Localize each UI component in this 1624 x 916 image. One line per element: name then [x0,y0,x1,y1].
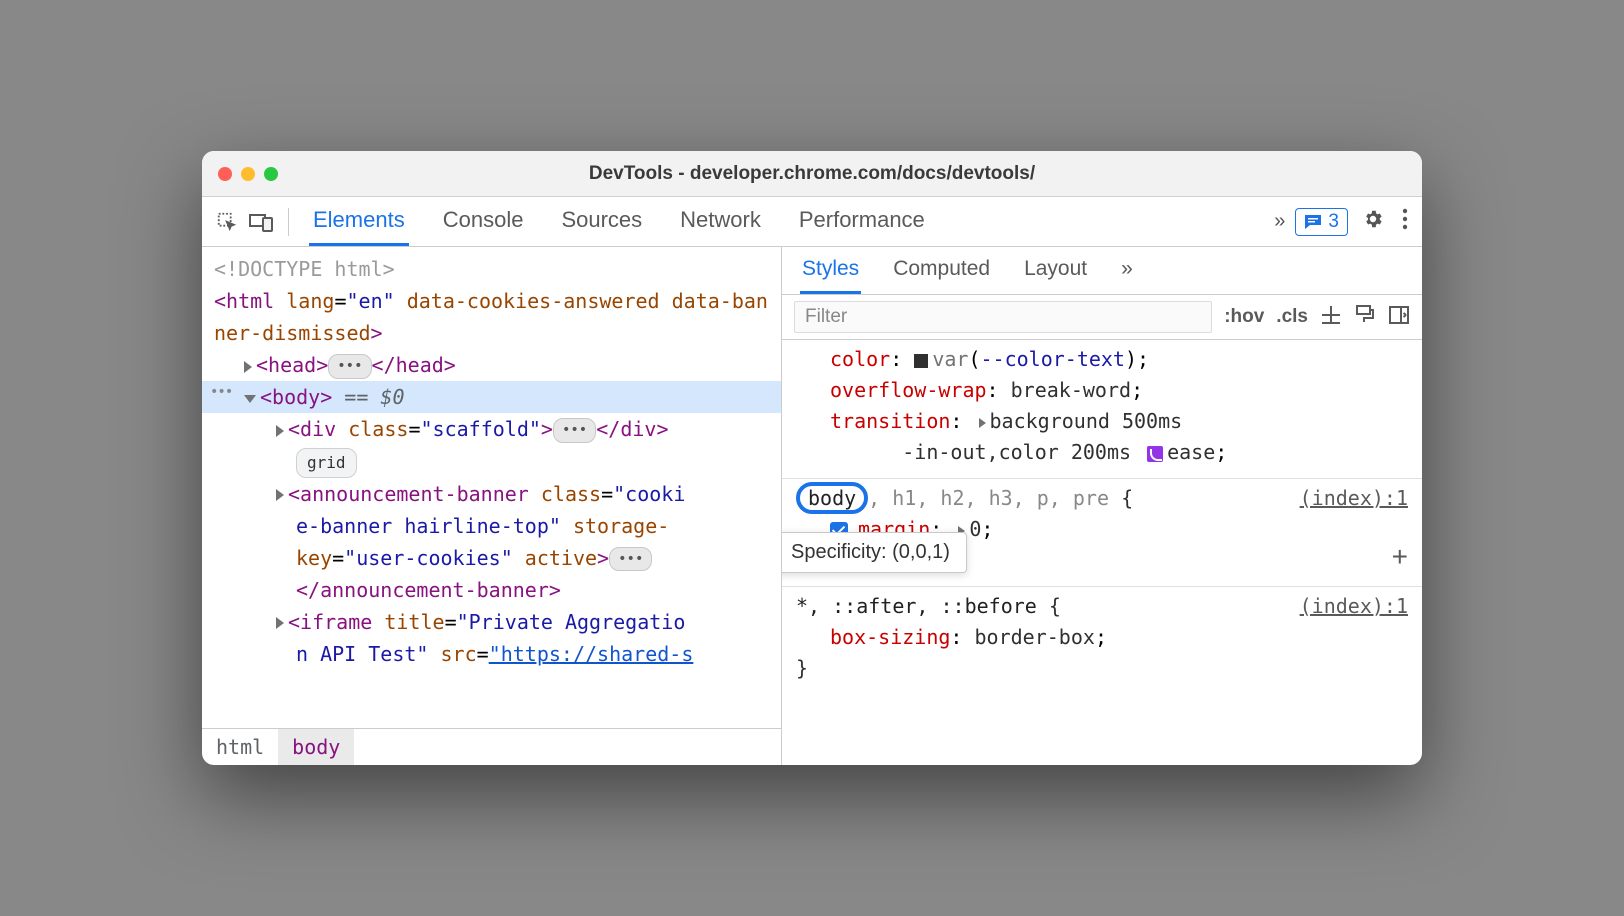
new-style-rule-icon[interactable] [1320,304,1342,331]
tab-network[interactable]: Network [676,197,765,246]
issues-badge[interactable]: 3 [1295,208,1348,236]
close-window-icon[interactable] [218,167,232,181]
selector-highlight: body [796,482,868,514]
titlebar: DevTools - developer.chrome.com/docs/dev… [202,151,1422,197]
styles-toolbar: :hov .cls [782,295,1422,340]
dom-html-open[interactable]: <html lang="en" data-cookies-answered da… [202,285,781,349]
more-tabs-icon[interactable]: » [1274,210,1285,233]
cls-toggle[interactable]: .cls [1276,306,1308,328]
expand-icon[interactable] [276,425,284,437]
dom-iframe-l1[interactable]: <iframe title="Private Aggregatio [202,606,781,638]
styles-subtabs: Styles Computed Layout » [782,247,1422,295]
expand-icon[interactable] [276,489,284,501]
subtab-layout[interactable]: Layout [1022,247,1089,294]
expand-icon[interactable] [979,418,986,428]
styles-panel: Styles Computed Layout » :hov .cls [782,247,1422,765]
ellipsis-icon[interactable]: ••• [609,547,652,571]
tab-console[interactable]: Console [439,197,528,246]
breadcrumb: html body [202,728,781,765]
paint-icon[interactable] [1354,304,1376,331]
kebab-menu-icon[interactable] [1398,208,1412,235]
dom-banner-l1[interactable]: <announcement-banner class="cooki [202,478,781,510]
source-link[interactable]: (index):1 [1300,483,1408,514]
crumb-body[interactable]: body [278,729,354,765]
collapse-icon[interactable] [244,395,256,403]
elements-panel: <!DOCTYPE html> <html lang="en" data-coo… [202,247,782,765]
crumb-html[interactable]: html [202,729,278,765]
panel-tabs: Elements Console Sources Network Perform… [309,197,1270,246]
minimize-window-icon[interactable] [241,167,255,181]
window-title: DevTools - developer.chrome.com/docs/dev… [218,163,1406,185]
device-toolbar-icon[interactable] [246,207,276,237]
dom-doctype[interactable]: <!DOCTYPE html> [202,253,781,285]
toolbar-right: » 3 [1274,208,1412,236]
dom-tree[interactable]: <!DOCTYPE html> <html lang="en" data-coo… [202,247,781,728]
tab-sources[interactable]: Sources [557,197,646,246]
subtab-computed[interactable]: Computed [891,247,992,294]
computed-sidebar-icon[interactable] [1388,304,1410,331]
dom-banner-l3[interactable]: key="user-cookies" active>••• [202,542,781,574]
easing-swatch-icon[interactable] [1147,446,1163,462]
chat-icon [1304,214,1322,230]
ellipsis-icon[interactable]: ••• [328,354,371,378]
dom-grid-badge[interactable]: grid [202,445,781,478]
add-property-icon[interactable]: + [1392,535,1408,578]
devtools-window: DevTools - developer.chrome.com/docs/dev… [202,151,1422,765]
expand-icon[interactable] [244,361,252,373]
settings-icon[interactable] [1358,208,1388,235]
ellipsis-icon[interactable]: ••• [553,418,596,442]
hov-toggle[interactable]: :hov [1224,306,1264,328]
dom-banner-l2[interactable]: e-banner hairline-top" storage- [202,510,781,542]
tab-elements[interactable]: Elements [309,197,409,246]
color-swatch-icon[interactable] [914,354,928,368]
dom-scaffold[interactable]: <div class="scaffold">•••</div> [202,413,781,445]
issues-count: 3 [1328,211,1339,233]
dom-body-selected[interactable]: <body> == $0 [202,381,781,413]
dom-banner-close[interactable]: </announcement-banner> [202,574,781,606]
more-subtabs-icon[interactable]: » [1119,247,1135,294]
traffic-lights [218,167,278,181]
main-toolbar: Elements Console Sources Network Perform… [202,197,1422,247]
style-rule-3[interactable]: (index):1 *, ::after, ::before { box-siz… [782,587,1422,694]
specificity-tooltip: Specificity: (0,0,1) [782,532,967,573]
style-rule-1[interactable]: color: var(--color-text); overflow-wrap:… [782,340,1422,479]
dom-head[interactable]: <head>•••</head> [202,349,781,381]
inspect-element-icon[interactable] [212,207,242,237]
style-rules: Specificity: (0,0,1) color: var(--color-… [782,340,1422,765]
styles-filter-input[interactable] [794,301,1212,333]
expand-icon[interactable] [276,617,284,629]
maximize-window-icon[interactable] [264,167,278,181]
tab-performance[interactable]: Performance [795,197,929,246]
panels-area: <!DOCTYPE html> <html lang="en" data-coo… [202,247,1422,765]
subtab-styles[interactable]: Styles [800,247,861,294]
dom-iframe-l2[interactable]: n API Test" src="https://shared-s [202,638,781,670]
toolbar-separator [288,208,289,236]
source-link[interactable]: (index):1 [1300,591,1408,622]
